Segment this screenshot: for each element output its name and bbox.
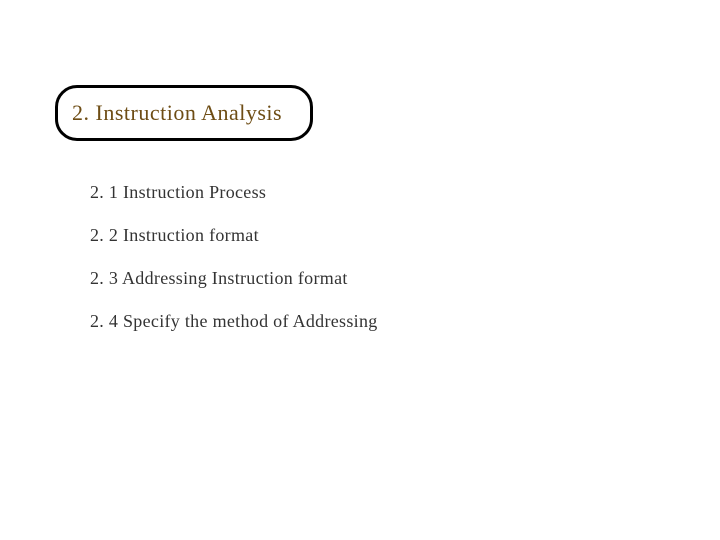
list-item: 2. 4 Specify the method of Addressing: [90, 311, 378, 332]
list-item: 2. 3 Addressing Instruction format: [90, 268, 378, 289]
section-title: 2. Instruction Analysis: [72, 100, 282, 126]
section-title-box: 2. Instruction Analysis: [55, 85, 313, 141]
list-item: 2. 2 Instruction format: [90, 225, 378, 246]
item-list: 2. 1 Instruction Process 2. 2 Instructio…: [90, 182, 378, 354]
list-item: 2. 1 Instruction Process: [90, 182, 378, 203]
